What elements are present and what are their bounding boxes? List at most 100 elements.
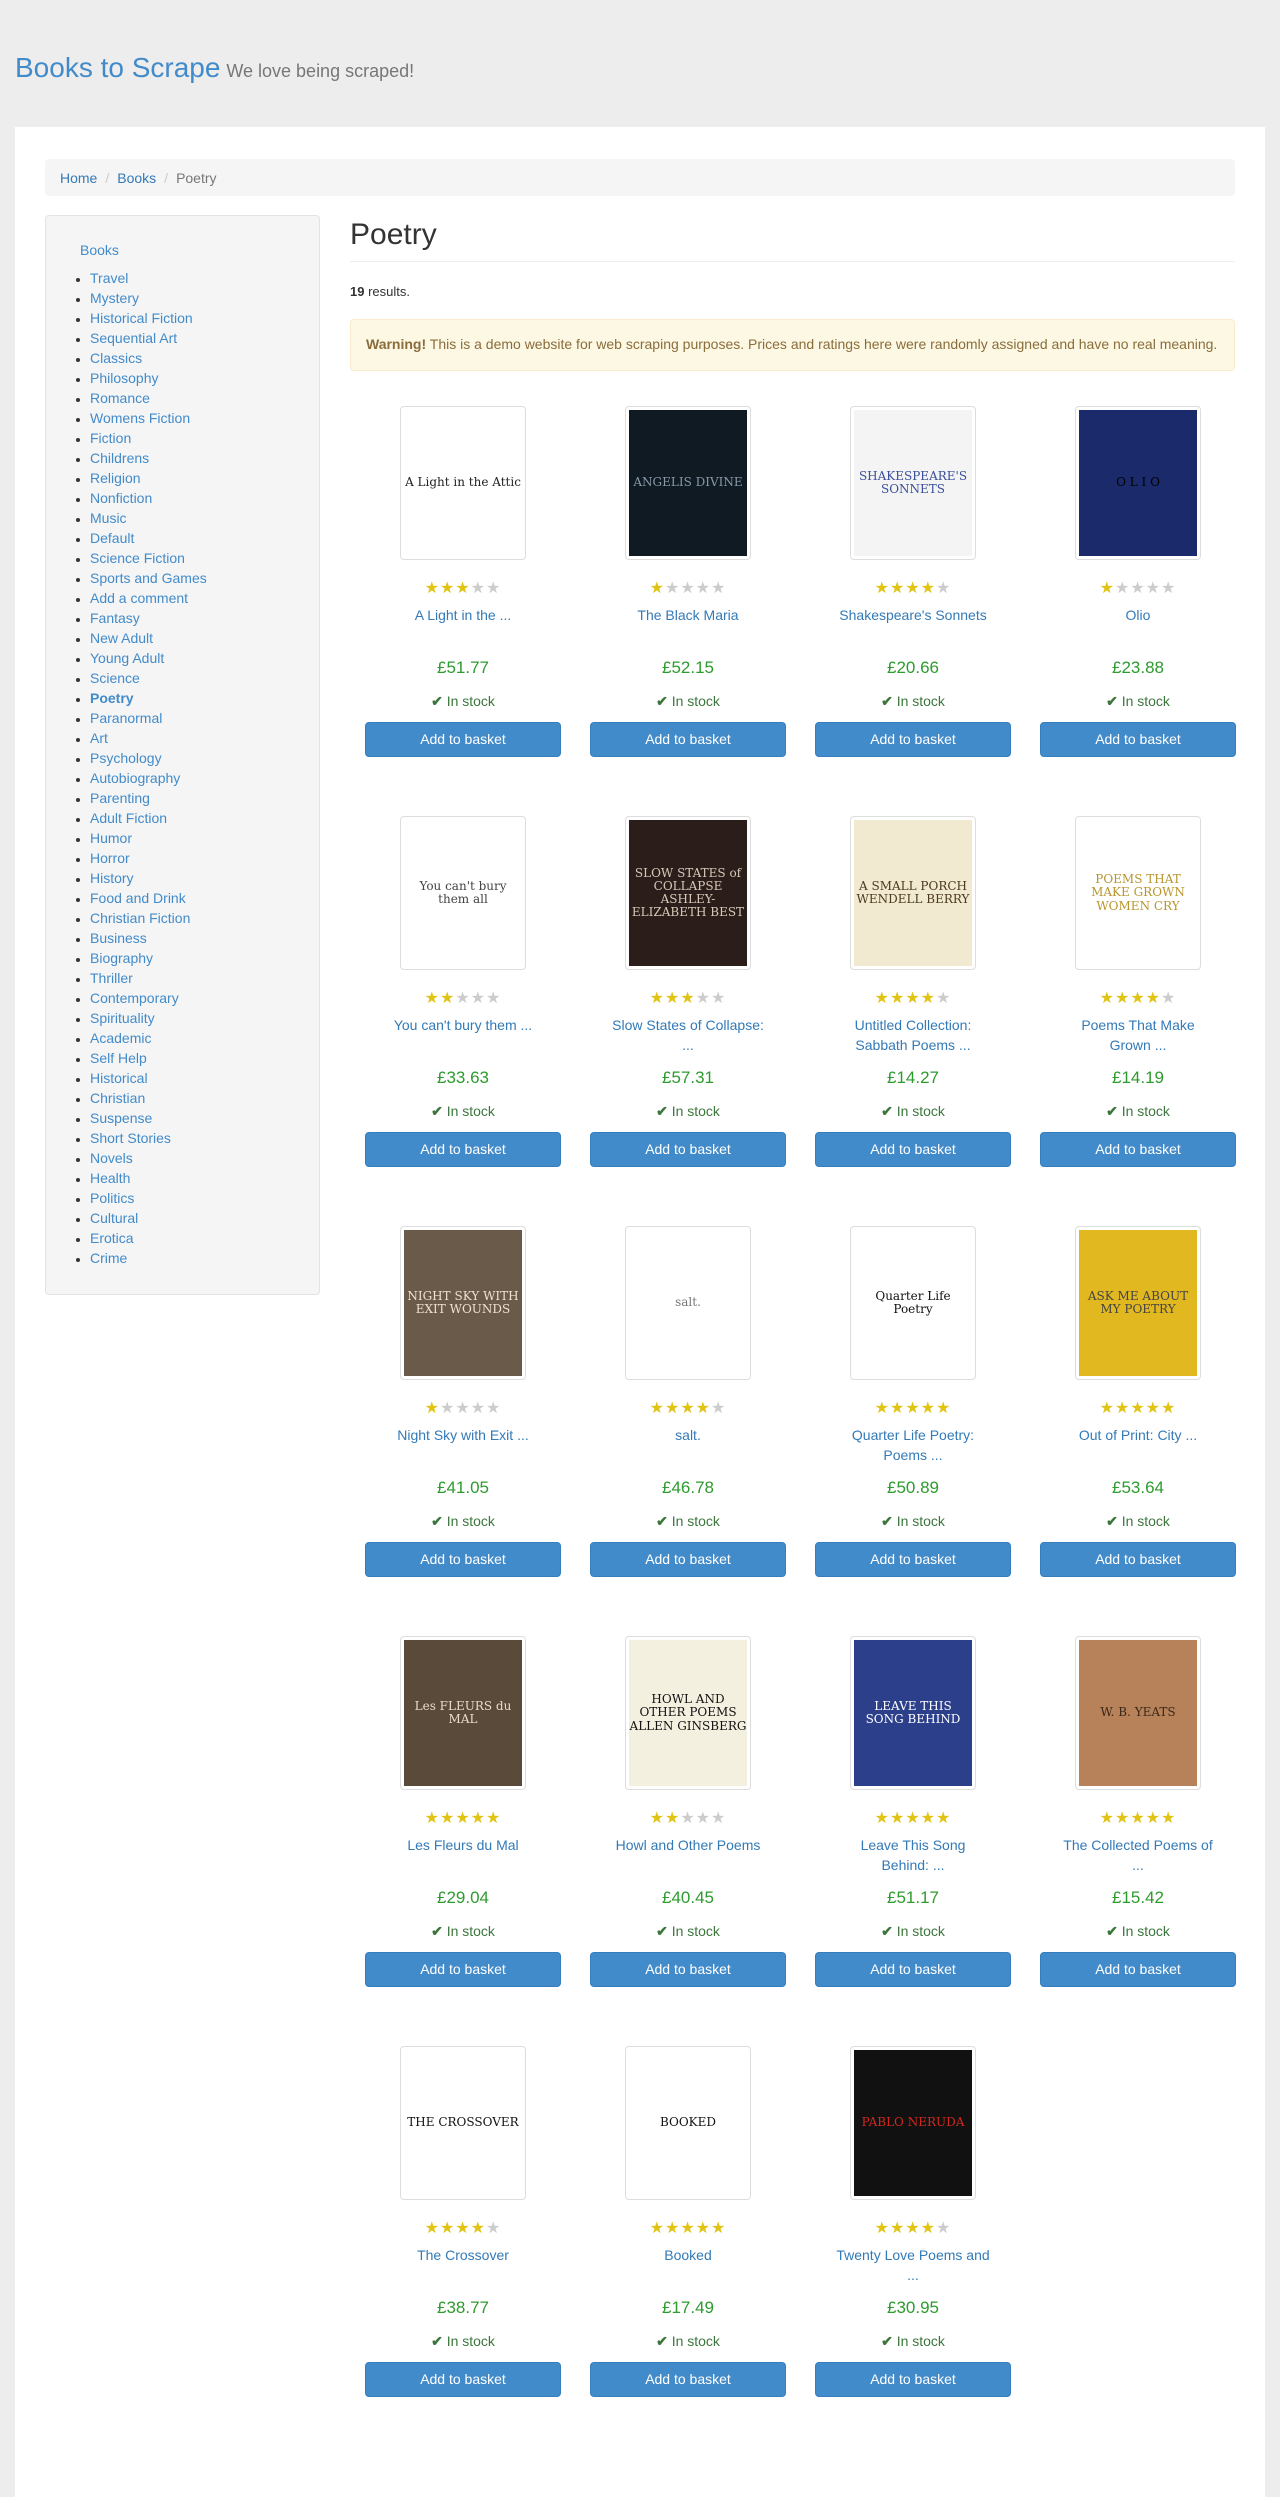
category-link[interactable]: Cultural — [90, 1210, 138, 1226]
category-link[interactable]: Contemporary — [90, 990, 179, 1006]
book-thumbnail[interactable]: A SMALL PORCH WENDELL BERRY — [850, 816, 976, 970]
category-link[interactable]: History — [90, 870, 134, 886]
category-link[interactable]: Health — [90, 1170, 130, 1186]
add-to-basket-button[interactable]: Add to basket — [1040, 1542, 1236, 1577]
category-link[interactable]: Womens Fiction — [90, 410, 190, 426]
book-thumbnail[interactable]: SLOW STATES of COLLAPSE ASHLEY-ELIZABETH… — [625, 816, 751, 970]
add-to-basket-button[interactable]: Add to basket — [590, 1542, 786, 1577]
category-link[interactable]: Science Fiction — [90, 550, 185, 566]
category-link[interactable]: Historical — [90, 1070, 148, 1086]
book-title-link[interactable]: Olio — [1126, 607, 1151, 623]
book-thumbnail[interactable]: THE CROSSOVER — [400, 2046, 526, 2200]
add-to-basket-button[interactable]: Add to basket — [590, 1132, 786, 1167]
add-to-basket-button[interactable]: Add to basket — [590, 2362, 786, 2397]
book-thumbnail[interactable]: ANGELIS DIVINE — [625, 406, 751, 560]
category-link[interactable]: Erotica — [90, 1230, 134, 1246]
add-to-basket-button[interactable]: Add to basket — [1040, 1132, 1236, 1167]
book-thumbnail[interactable]: POEMS THAT MAKE GROWN WOMEN CRY — [1075, 816, 1201, 970]
book-thumbnail[interactable]: NIGHT SKY WITH EXIT WOUNDS — [400, 1226, 526, 1380]
book-title-link[interactable]: Night Sky with Exit ... — [397, 1427, 528, 1443]
category-link[interactable]: Young Adult — [90, 650, 164, 666]
book-title-link[interactable]: Shakespeare's Sonnets — [839, 607, 986, 623]
add-to-basket-button[interactable]: Add to basket — [590, 722, 786, 757]
book-thumbnail[interactable]: BOOKED — [625, 2046, 751, 2200]
category-link[interactable]: Paranormal — [90, 710, 162, 726]
book-thumbnail[interactable]: PABLO NERUDA — [850, 2046, 976, 2200]
category-link[interactable]: Religion — [90, 470, 141, 486]
book-title-link[interactable]: The Collected Poems of ... — [1063, 1837, 1212, 1873]
book-title-link[interactable]: Untitled Collection: Sabbath Poems ... — [855, 1017, 972, 1053]
book-thumbnail[interactable]: SHAKESPEARE'S SONNETS — [850, 406, 976, 560]
add-to-basket-button[interactable]: Add to basket — [1040, 1952, 1236, 1987]
category-link[interactable]: Poetry — [90, 690, 134, 706]
category-link[interactable]: Childrens — [90, 450, 149, 466]
add-to-basket-button[interactable]: Add to basket — [365, 1952, 561, 1987]
add-to-basket-button[interactable]: Add to basket — [815, 1952, 1011, 1987]
brand-link[interactable]: Books to Scrape — [15, 52, 220, 83]
category-link[interactable]: Biography — [90, 950, 153, 966]
book-thumbnail[interactable]: ASK ME ABOUT MY POETRY — [1075, 1226, 1201, 1380]
book-thumbnail[interactable]: Quarter Life Poetry — [850, 1226, 976, 1380]
category-link[interactable]: Mystery — [90, 290, 139, 306]
add-to-basket-button[interactable]: Add to basket — [1040, 722, 1236, 757]
book-title-link[interactable]: Leave This Song Behind: ... — [861, 1837, 966, 1873]
book-thumbnail[interactable]: O L I O — [1075, 406, 1201, 560]
category-link[interactable]: Psychology — [90, 750, 162, 766]
add-to-basket-button[interactable]: Add to basket — [365, 2362, 561, 2397]
category-link[interactable]: Romance — [90, 390, 150, 406]
book-title-link[interactable]: Out of Print: City ... — [1079, 1427, 1197, 1443]
book-thumbnail[interactable]: HOWL AND OTHER POEMS ALLEN GINSBERG — [625, 1636, 751, 1790]
category-link[interactable]: Novels — [90, 1150, 133, 1166]
category-link[interactable]: Academic — [90, 1030, 151, 1046]
category-link[interactable]: Nonfiction — [90, 490, 152, 506]
category-link[interactable]: Adult Fiction — [90, 810, 167, 826]
book-thumbnail[interactable]: A Light in the Attic — [400, 406, 526, 560]
category-link[interactable]: Parenting — [90, 790, 150, 806]
add-to-basket-button[interactable]: Add to basket — [815, 2362, 1011, 2397]
book-title-link[interactable]: The Black Maria — [637, 607, 738, 623]
category-link[interactable]: Business — [90, 930, 147, 946]
category-link[interactable]: New Adult — [90, 630, 153, 646]
category-link[interactable]: Sequential Art — [90, 330, 177, 346]
book-title-link[interactable]: Twenty Love Poems and ... — [836, 2247, 989, 2283]
category-link[interactable]: Fiction — [90, 430, 131, 446]
category-link[interactable]: Historical Fiction — [90, 310, 193, 326]
book-thumbnail[interactable]: W. B. YEATS — [1075, 1636, 1201, 1790]
category-link[interactable]: Travel — [90, 270, 128, 286]
category-link[interactable]: Autobiography — [90, 770, 180, 786]
category-link[interactable]: Music — [90, 510, 127, 526]
book-thumbnail[interactable]: Les FLEURS du MAL — [400, 1636, 526, 1790]
add-to-basket-button[interactable]: Add to basket — [365, 1542, 561, 1577]
category-link[interactable]: Suspense — [90, 1110, 152, 1126]
book-title-link[interactable]: salt. — [675, 1427, 701, 1443]
category-link[interactable]: Science — [90, 670, 140, 686]
category-link[interactable]: Fantasy — [90, 610, 140, 626]
category-link[interactable]: Art — [90, 730, 108, 746]
category-link[interactable]: Horror — [90, 850, 130, 866]
breadcrumb-home[interactable]: Home — [60, 170, 97, 186]
book-thumbnail[interactable]: You can't bury them all — [400, 816, 526, 970]
add-to-basket-button[interactable]: Add to basket — [815, 722, 1011, 757]
book-thumbnail[interactable]: LEAVE THIS SONG BEHIND — [850, 1636, 976, 1790]
add-to-basket-button[interactable]: Add to basket — [590, 1952, 786, 1987]
category-link[interactable]: Short Stories — [90, 1130, 171, 1146]
category-link[interactable]: Sports and Games — [90, 570, 207, 586]
category-link[interactable]: Politics — [90, 1190, 134, 1206]
category-link[interactable]: Classics — [90, 350, 142, 366]
category-link[interactable]: Christian Fiction — [90, 910, 190, 926]
book-title-link[interactable]: Poems That Make Grown ... — [1081, 1017, 1194, 1053]
category-link[interactable]: Christian — [90, 1090, 145, 1106]
add-to-basket-button[interactable]: Add to basket — [815, 1132, 1011, 1167]
add-to-basket-button[interactable]: Add to basket — [365, 722, 561, 757]
book-title-link[interactable]: Quarter Life Poetry: Poems ... — [852, 1427, 974, 1463]
book-title-link[interactable]: Howl and Other Poems — [616, 1837, 761, 1853]
category-link[interactable]: Humor — [90, 830, 132, 846]
category-link[interactable]: Spirituality — [90, 1010, 155, 1026]
book-title-link[interactable]: Slow States of Collapse: ... — [612, 1017, 764, 1053]
category-link[interactable]: Self Help — [90, 1050, 147, 1066]
book-title-link[interactable]: The Crossover — [417, 2247, 509, 2263]
category-link[interactable]: Add a comment — [90, 590, 188, 606]
breadcrumb-books[interactable]: Books — [117, 170, 156, 186]
sidebar-root-books[interactable]: Books — [46, 240, 319, 260]
category-link[interactable]: Crime — [90, 1250, 127, 1266]
